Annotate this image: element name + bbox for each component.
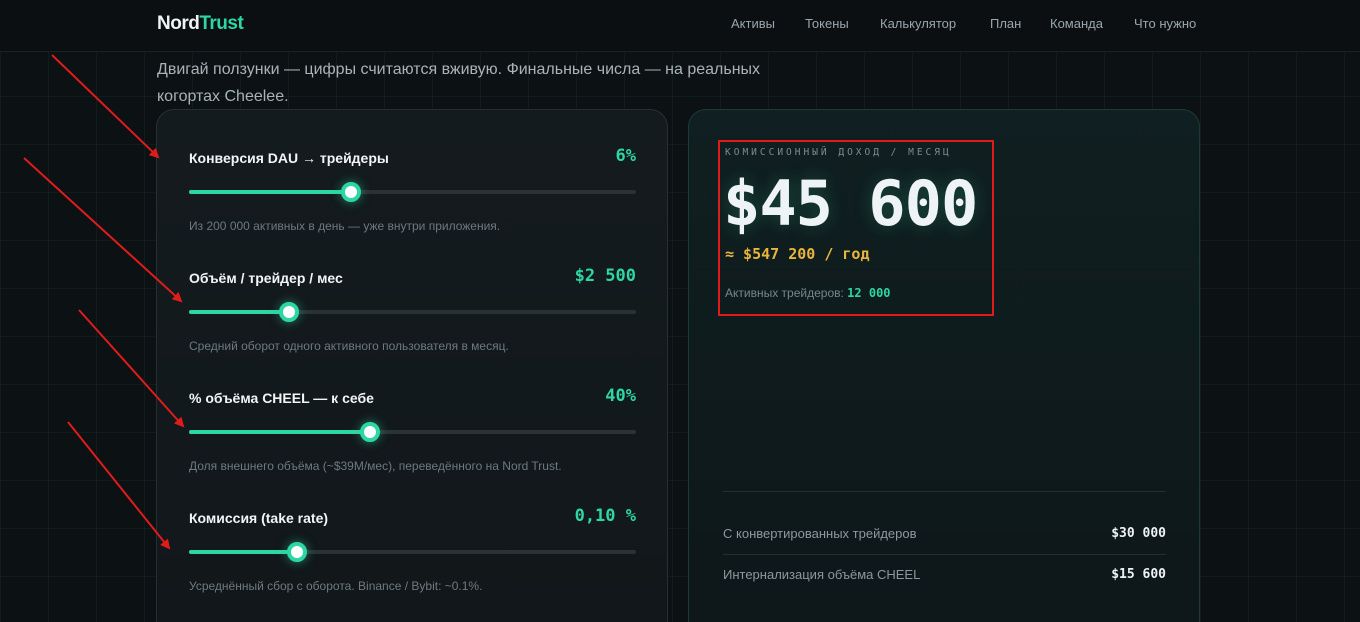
slider-track[interactable]: [189, 302, 636, 322]
slider-track[interactable]: [189, 422, 636, 442]
top-navigation-bar: NordTrust Активы Токены Калькулятор План…: [0, 0, 1360, 52]
intro-line-2: когортах Cheelee.: [157, 88, 289, 105]
slider-label: Объём / трейдер / мес: [189, 270, 343, 286]
slider-hint: Средний оборот одного активного пользова…: [189, 339, 509, 353]
slider-track[interactable]: [189, 182, 636, 202]
slider-label: Комиссия (take rate): [189, 510, 329, 526]
slider-thumb[interactable]: [341, 182, 362, 202]
monthly-revenue-amount: $45 600: [723, 167, 978, 240]
arrow-annotation-4: [67, 421, 171, 550]
breakdown-label: Интернализация объёма CHEEL: [723, 567, 921, 582]
breakdown-value: $30 000: [1111, 526, 1166, 541]
results-card: КОМИССИОННЫЙ ДОХОД / МЕСЯЦ $45 600 ≈ $54…: [688, 109, 1200, 622]
slider-cheel-volume-share: % объёма CHEEL — к себе 40% Доля внешнег…: [189, 386, 636, 490]
slider-fill: [189, 430, 370, 434]
nav-link-tokens[interactable]: Токены: [805, 16, 849, 31]
slider-hint: Из 200 000 активных в день — уже внутри …: [189, 219, 501, 233]
revenue-highlight-box: КОМИССИОННЫЙ ДОХОД / МЕСЯЦ $45 600 ≈ $54…: [718, 140, 994, 316]
slider-value: 40%: [605, 386, 636, 406]
slider-take-rate: Комиссия (take rate) 0,10 % Усреднённый …: [189, 506, 636, 610]
main-nav: Активы Токены Калькулятор План Команда Ч…: [0, 16, 1360, 36]
slider-track[interactable]: [189, 542, 636, 562]
slider-fill: [189, 190, 352, 194]
breakdown-label: С конвертированных трейдеров: [723, 526, 917, 541]
slider-thumb[interactable]: [287, 542, 308, 562]
nav-link-plan[interactable]: План: [990, 16, 1021, 31]
divider: [723, 554, 1166, 555]
active-traders-value: 12 000: [847, 286, 891, 300]
breakdown-row-cheel-internalization: Интернализация объёма CHEEL $15 600: [723, 567, 1166, 587]
slider-value: 0,10 %: [574, 506, 636, 526]
calculator-intro-text: Двигай ползунки — цифры считаются вживую…: [157, 56, 797, 110]
slider-fill: [189, 310, 290, 314]
arrow-annotation-1: [51, 54, 160, 159]
slider-thumb[interactable]: [279, 302, 300, 322]
slider-hint: Усреднённый сбор с оборота. Binance / By…: [189, 579, 483, 593]
sliders-card: Конверсия DAU → трейдеры 6% Из 200 000 а…: [156, 109, 668, 622]
slider-value: $2 500: [574, 266, 636, 286]
revenue-caption: КОМИССИОННЫЙ ДОХОД / МЕСЯЦ: [725, 147, 952, 158]
nav-link-calculator[interactable]: Калькулятор: [880, 16, 956, 31]
slider-conversion: Конверсия DAU → трейдеры 6% Из 200 000 а…: [189, 146, 636, 250]
yearly-revenue: ≈ $547 200 / год: [725, 245, 870, 263]
slider-fill: [189, 550, 298, 554]
slider-hint: Доля внешнего объёма (~$39M/мес), переве…: [189, 459, 562, 473]
slider-label: Конверсия DAU → трейдеры: [189, 150, 389, 166]
active-traders-label: Активных трейдеров:: [725, 286, 844, 300]
breakdown-row-converted-traders: С конвертированных трейдеров $30 000: [723, 526, 1166, 546]
nav-link-team[interactable]: Команда: [1050, 16, 1103, 31]
breakdown-value: $15 600: [1111, 567, 1166, 582]
active-traders: Активных трейдеров: 12 000: [725, 286, 891, 300]
divider: [723, 491, 1166, 492]
intro-line-1: Двигай ползунки — цифры считаются вживую…: [157, 61, 761, 78]
nav-link-requirements[interactable]: Что нужно: [1134, 16, 1196, 31]
nav-link-assets[interactable]: Активы: [731, 16, 775, 31]
slider-value: 6%: [615, 146, 636, 166]
slider-thumb[interactable]: [359, 422, 380, 442]
slider-label: % объёма CHEEL — к себе: [189, 390, 374, 406]
slider-volume-per-trader: Объём / трейдер / мес $2 500 Средний обо…: [189, 266, 636, 370]
